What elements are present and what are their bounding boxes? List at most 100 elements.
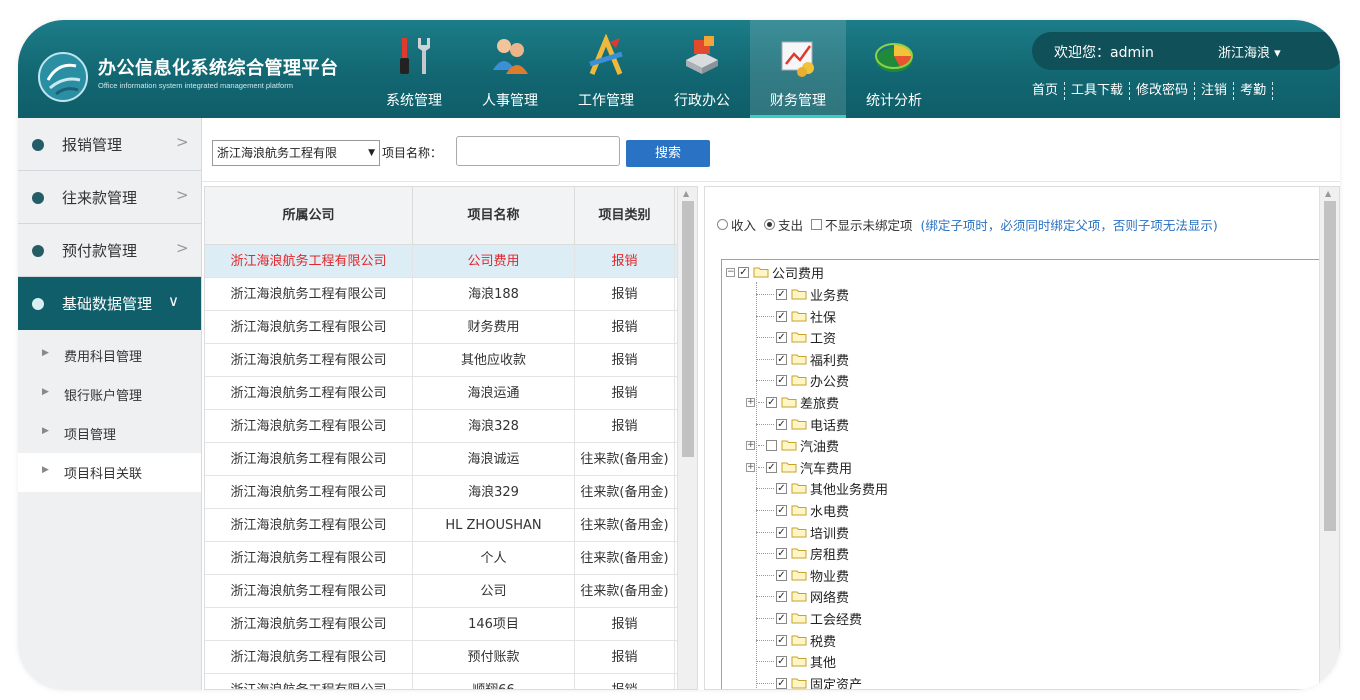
link-attendance[interactable]: 考勤 [1234, 82, 1274, 100]
tree-node[interactable]: + ✓ 汽车费用 [746, 457, 852, 478]
checkbox-checked-icon[interactable]: ✓ [776, 613, 787, 624]
panel-scroll-thumb[interactable] [1324, 201, 1336, 531]
link-tool-download[interactable]: 工具下载 [1065, 82, 1131, 100]
table-row[interactable]: 浙江海浪航务工程有限公司顺翔66报销 [205, 674, 697, 689]
link-home[interactable]: 首页 [1026, 82, 1066, 100]
table-row[interactable]: 浙江海浪航务工程有限公司 146项目 报销 [205, 608, 697, 641]
checkbox-checked-icon[interactable]: ✓ [776, 591, 787, 603]
sidebar-item-prepayment[interactable]: 预付款管理 > [18, 224, 201, 277]
checkbox-checked-icon[interactable]: ✓ [776, 418, 787, 430]
tree-node-label: 电话费 [810, 418, 850, 434]
submenu-item-projects[interactable]: ▶ 项目管理 [18, 414, 201, 453]
tree-node[interactable]: ✓ 其他 [756, 651, 836, 672]
tree-node[interactable]: ✓ 税费 [756, 630, 836, 651]
checkbox-checked-icon[interactable]: ✓ [766, 461, 777, 473]
tree-node[interactable]: ✓ 工资 [756, 327, 836, 348]
checkbox-checked-icon[interactable]: ✓ [776, 569, 787, 581]
submenu-item-expense-subjects[interactable]: ▶ 费用科目管理 [18, 336, 201, 375]
tree-node[interactable]: ✓ 固定资产 [756, 673, 862, 689]
checkbox-checked-icon[interactable]: ✓ [776, 483, 787, 495]
table-row[interactable]: 浙江海浪航务工程有限公司 海浪诚运 往来款(备用金) [205, 443, 697, 476]
tree-node[interactable]: ✓ 业务费 [756, 284, 849, 305]
table-row[interactable]: 浙江海浪航务工程有限公司 海浪运通 报销 [205, 377, 697, 410]
sidebar-item-reimbursement[interactable]: 报销管理 > [18, 118, 201, 171]
sidebar-item-basic-data[interactable]: 基础数据管理 ∨ [18, 277, 201, 330]
cell-project-type: 报销 [575, 278, 675, 311]
radio-expense[interactable]: 支出 [764, 215, 803, 234]
nav-statistics[interactable]: 统计分析 [846, 20, 942, 118]
scroll-up-icon[interactable]: ▲ [683, 189, 689, 198]
table-row[interactable]: 浙江海浪航务工程有限公司 预付账款 报销 [205, 641, 697, 674]
checkbox-checked-icon[interactable]: ✓ [776, 353, 787, 365]
tree-node[interactable]: ✓ 工会经费 [756, 608, 862, 629]
table-row[interactable]: 浙江海浪航务工程有限公司 公司费用 报销 [205, 245, 697, 278]
collapse-icon[interactable]: − [726, 268, 735, 277]
radio-income[interactable]: 收入 [717, 215, 756, 234]
tree-node[interactable]: ✓ 社保 [756, 306, 836, 327]
sidebar-item-current-accounts[interactable]: 往来款管理 > [18, 171, 201, 224]
main-nav: 系统管理 人事管理 工作管理 行政办公 财务管理 统计分析 [366, 20, 942, 118]
tree-node[interactable]: + ✓ 差旅费 [746, 392, 839, 413]
panel-scrollbar[interactable]: ▲ [1319, 187, 1339, 689]
checkbox-checked-icon[interactable]: ✓ [776, 548, 787, 560]
cell-project-type: 报销 [575, 311, 675, 344]
table-scrollbar[interactable]: ▲ [677, 187, 697, 689]
checkbox-checked-icon[interactable]: ✓ [776, 677, 787, 689]
tree-node[interactable]: ✓ 其他业务费用 [756, 478, 888, 499]
company-switcher[interactable]: 浙江海浪 ▾ [1218, 42, 1281, 61]
submenu: ▶ 费用科目管理 ▶ 银行账户管理 ▶ 项目管理 ▶ 项目科目关联 [18, 330, 201, 492]
table-row[interactable]: 浙江海浪航务工程有限公司 公司 往来款(备用金) [205, 575, 697, 608]
link-logout[interactable]: 注销 [1195, 82, 1235, 100]
nav-administration[interactable]: 行政办公 [654, 20, 750, 118]
tree-node-root[interactable]: − ✓ 公司费用 [726, 262, 824, 283]
tree-node[interactable]: ✓ 电话费 [756, 414, 849, 435]
link-change-password[interactable]: 修改密码 [1130, 82, 1196, 100]
checkbox-checked-icon[interactable]: ✓ [776, 332, 787, 344]
tree-node[interactable]: ✓ 网络费 [756, 586, 849, 607]
table-row[interactable]: 浙江海浪航务工程有限公司 海浪328 报销 [205, 410, 697, 443]
nav-hr-management[interactable]: 人事管理 [462, 20, 558, 118]
folder-icon [791, 570, 807, 581]
checkbox-checked-icon[interactable]: ✓ [776, 375, 787, 387]
scroll-up-icon[interactable]: ▲ [1325, 189, 1331, 198]
table-row[interactable]: 浙江海浪航务工程有限公司 财务费用 报销 [205, 311, 697, 344]
expand-icon[interactable]: + [746, 462, 755, 472]
tree-node[interactable]: ✓ 房租费 [756, 543, 849, 564]
checkbox-checked-icon[interactable]: ✓ [738, 267, 749, 278]
column-header-company[interactable]: 所属公司 [205, 187, 413, 245]
expand-icon[interactable]: + [746, 441, 755, 451]
table-row[interactable]: 浙江海浪航务工程有限公司 个人 往来款(备用金) [205, 542, 697, 575]
column-header-project-name[interactable]: 项目名称 [413, 187, 575, 245]
expand-icon[interactable]: + [746, 398, 755, 407]
tree-node[interactable]: + 汽油费 [746, 435, 839, 456]
office-supplies-icon [686, 36, 718, 74]
submenu-item-project-subject-link[interactable]: ▶ 项目科目关联 [18, 453, 201, 492]
checkbox-checked-icon[interactable]: ✓ [776, 505, 787, 516]
submenu-item-bank-accounts[interactable]: ▶ 银行账户管理 [18, 375, 201, 414]
nav-finance-management[interactable]: 财务管理 [750, 20, 846, 118]
project-name-input[interactable] [456, 136, 620, 166]
tree-node[interactable]: ✓ 办公费 [756, 370, 849, 391]
table-scroll-thumb[interactable] [682, 201, 694, 457]
checkbox-checked-icon[interactable]: ✓ [776, 310, 787, 322]
tree-node[interactable]: ✓ 水电费 [756, 500, 849, 521]
column-header-project-type[interactable]: 项目类别 [575, 187, 675, 245]
checkbox-checked-icon[interactable]: ✓ [766, 397, 777, 408]
table-row[interactable]: 浙江海浪航务工程有限公司 海浪329 往来款(备用金) [205, 476, 697, 509]
checkbox-unchecked-icon[interactable] [766, 440, 777, 452]
checkbox-hide-unbound[interactable]: 不显示未绑定项 [811, 215, 913, 234]
tree-node[interactable]: ✓ 福利费 [756, 349, 849, 370]
table-row[interactable]: 浙江海浪航务工程有限公司 海浪188 报销 [205, 278, 697, 311]
search-button[interactable]: 搜索 [626, 140, 710, 167]
checkbox-checked-icon[interactable]: ✓ [776, 289, 787, 300]
checkbox-checked-icon[interactable]: ✓ [776, 656, 787, 668]
tree-node[interactable]: ✓ 培训费 [756, 522, 849, 543]
nav-work-management[interactable]: 工作管理 [558, 20, 654, 118]
company-dropdown[interactable]: 浙江海浪航务工程有限 ▼ [212, 140, 380, 166]
table-row[interactable]: 浙江海浪航务工程有限公司 其他应收款 报销 [205, 344, 697, 377]
checkbox-checked-icon[interactable]: ✓ [776, 634, 787, 646]
tree-node[interactable]: ✓ 物业费 [756, 565, 849, 586]
nav-system-management[interactable]: 系统管理 [366, 20, 462, 118]
table-row[interactable]: 浙江海浪航务工程有限公司 HL ZHOUSHAN 往来款(备用金) [205, 509, 697, 542]
checkbox-checked-icon[interactable]: ✓ [776, 526, 787, 538]
